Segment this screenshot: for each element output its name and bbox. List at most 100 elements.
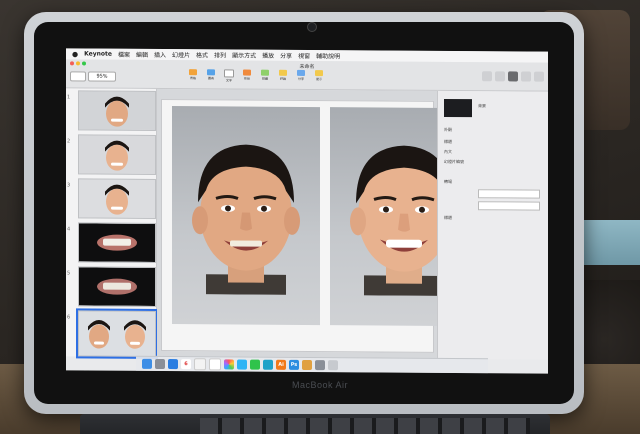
inspector-toggles [482, 71, 544, 82]
play-button[interactable] [482, 71, 492, 82]
face-thumbnail-graphic [79, 179, 155, 218]
photoshop-icon[interactable]: Ps [289, 359, 299, 370]
tool-label: 分享 [297, 76, 304, 81]
shape-button[interactable]: 形狀 [240, 69, 254, 84]
table-icon [189, 69, 197, 76]
tool-label: 文字 [225, 78, 232, 83]
share-button[interactable]: 分享 [294, 69, 308, 84]
teeth-thumbnail-graphic [79, 223, 155, 262]
comment-icon [279, 69, 287, 76]
menu-item-edit[interactable]: 編輯 [136, 50, 148, 59]
menu-item-format[interactable]: 格式 [196, 50, 208, 59]
messages-icon[interactable] [237, 359, 247, 370]
laptop-screen: ● Keynote 檔案 編輯 插入 幻燈片 格式 排列 顯示方式 播放 分享 … [66, 48, 548, 374]
share-icon [297, 69, 305, 76]
menu-item-help[interactable]: 輔助說明 [316, 51, 340, 60]
transition-select[interactable] [478, 189, 540, 199]
chart-icon [207, 69, 215, 76]
toolbar-tools: 表格 圖表 文字 形狀 媒體 評論 分享 提示 [186, 69, 326, 84]
inspector-label: 外觀 [444, 126, 452, 133]
zoom-select[interactable]: 95% [88, 71, 116, 82]
before-photo[interactable] [172, 106, 320, 326]
tool-label: 表格 [189, 76, 196, 81]
inspector-label: 幻燈片編號 [444, 158, 464, 165]
inspector-label: 內文 [444, 148, 452, 155]
safari-icon[interactable] [168, 359, 178, 370]
tool-label: 圖表 [207, 76, 214, 81]
toolbar: 未命名 95% 表格 圖表 文字 形狀 媒體 評論 分享 提示 [66, 59, 548, 92]
keynote-live-button[interactable] [495, 71, 505, 82]
inspector-label: 標題 [444, 138, 452, 145]
table-button[interactable]: 表格 [186, 69, 200, 83]
slide-number: 6 [67, 314, 71, 321]
current-slide[interactable] [161, 98, 478, 353]
menu-item-play[interactable]: 播放 [262, 51, 274, 60]
face-thumbnail-graphic [79, 91, 155, 130]
dock: 6 Ai Ps [136, 355, 488, 374]
finder-icon[interactable] [142, 358, 152, 369]
kakao-icon[interactable] [263, 359, 273, 370]
chart-button[interactable]: 圖表 [204, 69, 218, 83]
launchpad-icon[interactable] [155, 358, 165, 370]
inspector-label: 轉場 [444, 178, 452, 185]
tool-label: 媒體 [261, 76, 268, 81]
slide-thumbnail[interactable] [78, 222, 156, 263]
slide-number: 4 [67, 226, 71, 233]
face-graphic-left [192, 144, 300, 295]
background-color-swatch[interactable] [444, 98, 472, 118]
notes-icon[interactable] [194, 358, 206, 371]
slide-thumbnail[interactable] [78, 134, 156, 175]
document-inspector-button[interactable] [534, 71, 544, 82]
menu-item-arrange[interactable]: 排列 [214, 50, 226, 59]
apple-icon[interactable]: ● [72, 50, 78, 58]
tool-label: 提示 [315, 77, 322, 82]
keyboard-keys [200, 418, 530, 434]
animate-inspector-button[interactable] [521, 71, 531, 82]
comment-button[interactable]: 評論 [276, 69, 290, 84]
inspector-label: 標題 [444, 214, 452, 221]
photos-icon[interactable] [224, 359, 234, 370]
illustrator-icon[interactable]: Ai [276, 359, 286, 370]
tool-label: 形狀 [243, 76, 250, 81]
photo-scene: MacBook Air ● Keynote 檔案 編輯 插入 幻燈片 格式 排列… [0, 0, 640, 434]
webcam [307, 22, 317, 32]
tool-label: 評論 [279, 76, 286, 81]
slide-thumbnail[interactable] [78, 90, 156, 131]
face-thumbnail-graphic [79, 135, 155, 174]
view-menu-button[interactable] [70, 71, 86, 82]
menu-item-slide[interactable]: 幻燈片 [172, 50, 190, 59]
shape-icon [243, 69, 251, 76]
settings-icon[interactable] [315, 360, 325, 371]
media-button[interactable]: 媒體 [258, 69, 272, 84]
slide-thumbnail-selected[interactable] [76, 308, 158, 359]
pair-thumbnail-graphic [79, 311, 155, 356]
calendar-icon[interactable]: 6 [181, 359, 191, 370]
slide-number: 2 [67, 138, 71, 145]
menu-item-window[interactable]: 視窗 [298, 51, 310, 60]
menu-item-insert[interactable]: 插入 [154, 50, 166, 59]
slide-number: 1 [67, 94, 71, 101]
format-inspector: 背景 外觀 標題 內文 幻燈片編號 轉場 標題 [437, 90, 548, 360]
tips-button[interactable]: 提示 [312, 70, 326, 84]
teeth-thumbnail-graphic [79, 267, 155, 306]
slide-number: 5 [67, 270, 71, 277]
duration-field[interactable] [478, 201, 540, 211]
format-inspector-button[interactable] [508, 71, 518, 82]
slide-thumbnail[interactable] [78, 178, 156, 219]
laptop-brand-label: MacBook Air [291, 380, 349, 390]
menu-item-share[interactable]: 分享 [280, 51, 292, 60]
line-icon[interactable] [250, 359, 260, 370]
menu-item-app[interactable]: Keynote [84, 50, 112, 57]
slide-number: 3 [67, 182, 71, 189]
slide-thumbnail[interactable] [78, 266, 156, 307]
menu-item-view[interactable]: 顯示方式 [232, 50, 256, 59]
text-icon [224, 69, 234, 78]
text-button[interactable]: 文字 [222, 69, 236, 83]
trash-icon[interactable] [328, 360, 338, 371]
menu-item-file[interactable]: 檔案 [118, 50, 130, 59]
keynote-icon[interactable] [302, 359, 312, 371]
reminders-icon[interactable] [209, 358, 221, 371]
tips-icon [315, 70, 323, 77]
keyboard [80, 414, 550, 434]
inspector-label: 背景 [478, 103, 486, 109]
